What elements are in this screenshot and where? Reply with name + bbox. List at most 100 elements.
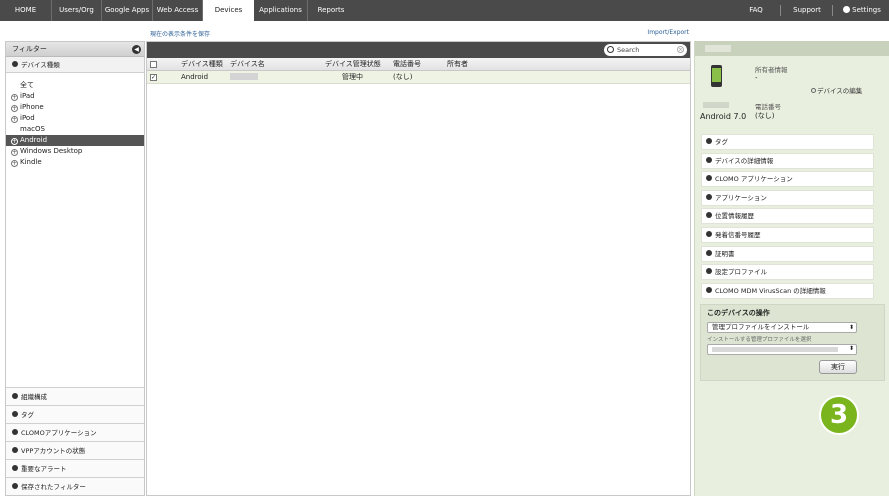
section-toggle-icon [12, 429, 18, 435]
tab-users-org[interactable]: Users/Org [52, 0, 102, 21]
step-badge: 3 [819, 395, 859, 435]
device-detail-panel: Android 7.0 所有者情報 - デバイスの編集 電話番号 (なし) タグ… [694, 41, 889, 496]
section-saved-filters[interactable]: 保存されたフィルター [6, 477, 144, 495]
col-management-status[interactable]: デバイス管理状態 [325, 58, 381, 71]
section-toggle-icon [706, 286, 712, 293]
expand-icon: + [11, 138, 18, 145]
section-label: VPPアカウントの状態 [21, 447, 86, 455]
device-screen [712, 68, 721, 82]
detail-section[interactable]: 証明書 [701, 245, 874, 262]
filter-title: フィルター [12, 45, 47, 53]
redacted-profile-name [712, 347, 838, 352]
detail-section[interactable]: タグ [701, 134, 874, 150]
section-toggle-icon [706, 231, 712, 237]
section-device-type[interactable]: デバイス種類 [6, 57, 144, 73]
section-vpp-account[interactable]: VPPアカウントの状態 [6, 441, 144, 459]
device-type-item[interactable]: + iPad [6, 91, 144, 102]
detail-section-label: 証明書 [715, 249, 735, 258]
table-header: デバイス種類 デバイス名 デバイス管理状態 電話番号 所有者 [147, 58, 690, 71]
settings-link[interactable]: Settings [838, 0, 886, 21]
section-toggle-icon [706, 249, 712, 256]
section-toggle-icon [12, 393, 18, 399]
device-type-item[interactable]: 全て [6, 80, 144, 91]
profile-select-label: インストールする管理プロファイルを選択 [707, 337, 812, 343]
run-button[interactable]: 実行 [819, 360, 857, 374]
tab-google-apps[interactable]: Google Apps [102, 0, 153, 21]
detail-section[interactable]: 発着信番号履歴 [701, 227, 874, 243]
tab-home[interactable]: HOME [0, 0, 52, 21]
owner-value: - [755, 74, 758, 82]
nav-divider [780, 5, 781, 16]
section-toggle-icon [706, 156, 712, 163]
edit-link-label: デバイスの編集 [817, 87, 863, 95]
filter-bottom-sections: 組織構成 タグ CLOMOアプリケーション VPPアカウントの状態 重要なアラー… [6, 387, 144, 495]
filter-panel: フィルター ◀ デバイス種類 全て + iPad + iPhone + iPod macOS +… [5, 41, 145, 496]
table-row[interactable]: ✓ Android 管理中 (なし) [147, 71, 690, 84]
detail-section[interactable]: 位置情報履歴 [701, 208, 874, 225]
device-type-item[interactable]: macOS [6, 124, 144, 135]
tab-devices[interactable]: Devices [203, 0, 254, 22]
detail-section[interactable]: CLOMO アプリケーション [701, 171, 874, 188]
tab-web-access[interactable]: Web Access [153, 0, 203, 21]
select-all-checkbox[interactable] [150, 61, 157, 68]
detail-section[interactable]: 設定プロファイル [701, 264, 874, 281]
android-device-icon [711, 65, 722, 87]
device-type-item[interactable]: + iPhone [6, 102, 144, 113]
detail-section[interactable]: CLOMO MDM VirusScan の詳細情報 [701, 282, 874, 299]
import-export-link[interactable]: Import/Export [647, 29, 689, 36]
top-navigation: HOME Users/Org Google Apps Web Access De… [0, 0, 889, 22]
device-type-label: Android [20, 136, 48, 144]
device-type-item[interactable]: + Windows Desktop [6, 146, 144, 157]
cell-management-status: 管理中 [342, 73, 363, 81]
edit-icon [811, 88, 816, 93]
section-org[interactable]: 組織構成 [6, 387, 144, 405]
device-type-item[interactable]: + Kindle [6, 157, 144, 168]
device-type-label: 全て [20, 81, 34, 89]
support-link[interactable]: Support [787, 0, 827, 21]
device-os: Android 7.0 [700, 112, 747, 121]
search-input[interactable]: Search × [604, 44, 687, 56]
detail-section[interactable]: デバイスの詳細情報 [701, 152, 874, 169]
col-phone[interactable]: 電話番号 [393, 58, 421, 71]
device-operations: このデバイスの操作 管理プロファイルをインストール ⬍ インストールする管理プロフ… [700, 304, 885, 381]
tab-applications[interactable]: Applications [254, 0, 308, 21]
device-type-label: macOS [20, 125, 45, 133]
col-owner[interactable]: 所有者 [447, 58, 468, 71]
section-label: CLOMOアプリケーション [21, 429, 97, 437]
faq-link[interactable]: FAQ [740, 0, 772, 21]
search-icon [607, 46, 614, 53]
operations-title: このデバイスの操作 [707, 309, 770, 317]
row-checkbox[interactable]: ✓ [150, 74, 157, 81]
cell-phone: (なし) [393, 73, 413, 81]
detail-section-label: CLOMO MDM VirusScan の詳細情報 [715, 286, 826, 295]
profile-select[interactable]: ⬍ [707, 344, 857, 355]
clear-search-icon[interactable]: × [677, 46, 684, 53]
section-alerts[interactable]: 重要なアラート [6, 459, 144, 477]
device-type-label: iPhone [20, 103, 44, 111]
table-toolbar: Search × [147, 42, 690, 58]
device-type-item[interactable]: + iPod [6, 113, 144, 124]
gear-icon [843, 6, 851, 13]
phone-value: (なし) [755, 112, 775, 120]
device-type-item[interactable]: + Android [6, 135, 144, 146]
edit-device-link[interactable]: デバイスの編集 [811, 85, 862, 95]
detail-section[interactable]: アプリケーション [701, 189, 874, 206]
nav-divider [832, 5, 833, 16]
detail-section-label: アプリケーション [715, 193, 767, 202]
owner-label: 所有者情報 [755, 66, 788, 74]
settings-label: Settings [852, 6, 881, 14]
save-filter-link[interactable]: 現在の表示条件を保存 [150, 29, 210, 38]
detail-header [695, 41, 889, 56]
operation-select[interactable]: 管理プロファイルをインストール ⬍ [707, 322, 857, 333]
col-device-name[interactable]: デバイス名 [230, 58, 265, 71]
collapse-panel-icon[interactable]: ◀ [132, 45, 141, 54]
search-placeholder: Search [617, 46, 640, 54]
tab-reports[interactable]: Reports [308, 0, 354, 21]
section-label: 保存されたフィルター [21, 483, 86, 491]
section-clomo-apps[interactable]: CLOMOアプリケーション [6, 423, 144, 441]
col-device-type[interactable]: デバイス種類 [181, 58, 223, 71]
expand-icon: + [11, 116, 18, 123]
section-tag[interactable]: タグ [6, 405, 144, 423]
detail-section-label: デバイスの詳細情報 [715, 156, 774, 165]
section-label: 重要なアラート [21, 465, 67, 473]
